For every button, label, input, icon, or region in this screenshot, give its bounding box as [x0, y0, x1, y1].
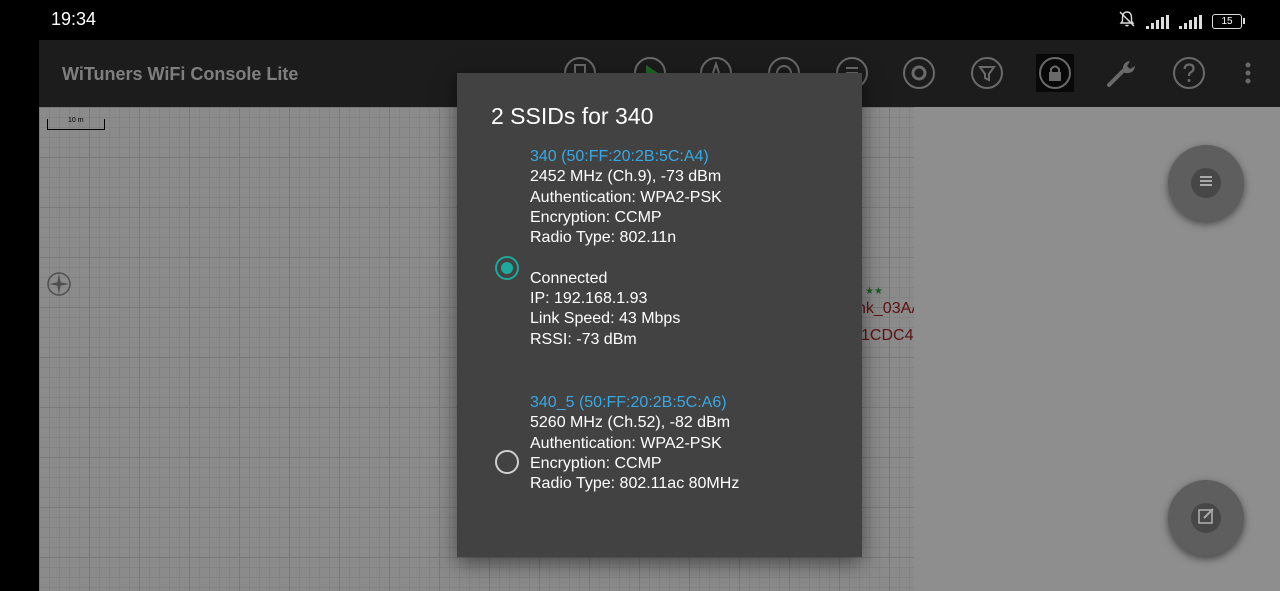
rssi: RSSI: -73 dBm: [530, 330, 637, 348]
ssid-frequency: 5260 MHz (Ch.52), -82 dBm: [530, 414, 731, 432]
ssid-radio-340[interactable]: [495, 256, 519, 280]
status-icons: 15: [1118, 10, 1245, 33]
dialog-title: 2 SSIDs for 340: [491, 103, 654, 129]
edit-fab[interactable]: [1168, 480, 1244, 556]
bell-off-icon: [1118, 10, 1136, 33]
menu-fab[interactable]: [1168, 145, 1244, 221]
signal-icon: [1179, 14, 1202, 29]
connection-status: Connected: [530, 269, 608, 287]
edit-icon: [1197, 507, 1215, 530]
menu-icon: [1198, 174, 1214, 193]
ssid-encryption: Encryption: CCMP: [530, 454, 662, 472]
ssid-radio-340_5[interactable]: [495, 450, 519, 474]
ssid-entry[interactable]: 340 (50:FF:20:2B:5C:A4) 2452 MHz (Ch.9),…: [530, 147, 722, 350]
ssid-radio-type: Radio Type: 802.11n: [530, 229, 677, 247]
ssid-auth: Authentication: WPA2-PSK: [530, 434, 722, 452]
battery-icon: 15: [1212, 14, 1245, 29]
ssid-name[interactable]: 340_5 (50:FF:20:2B:5C:A6): [530, 393, 739, 413]
ssid-entry[interactable]: 340_5 (50:FF:20:2B:5C:A6) 5260 MHz (Ch.5…: [530, 393, 739, 494]
status-bar: 19:34 15: [0, 0, 1280, 40]
ssid-radio-type: Radio Type: 802.11ac 80MHz: [530, 475, 740, 493]
link-speed: Link Speed: 43 Mbps: [530, 310, 681, 328]
ssid-frequency: 2452 MHz (Ch.9), -73 dBm: [530, 168, 722, 186]
ssid-encryption: Encryption: CCMP: [530, 208, 662, 226]
left-edge: [0, 40, 39, 591]
ssid-dialog: 2 SSIDs for 340 340 (50:FF:20:2B:5C:A4) …: [457, 73, 862, 557]
status-time: 19:34: [51, 9, 97, 29]
ip-address: IP: 192.168.1.93: [530, 290, 648, 308]
ssid-name[interactable]: 340 (50:FF:20:2B:5C:A4): [530, 147, 722, 167]
signal-icon: [1146, 14, 1169, 29]
ssid-auth: Authentication: WPA2-PSK: [530, 188, 722, 206]
